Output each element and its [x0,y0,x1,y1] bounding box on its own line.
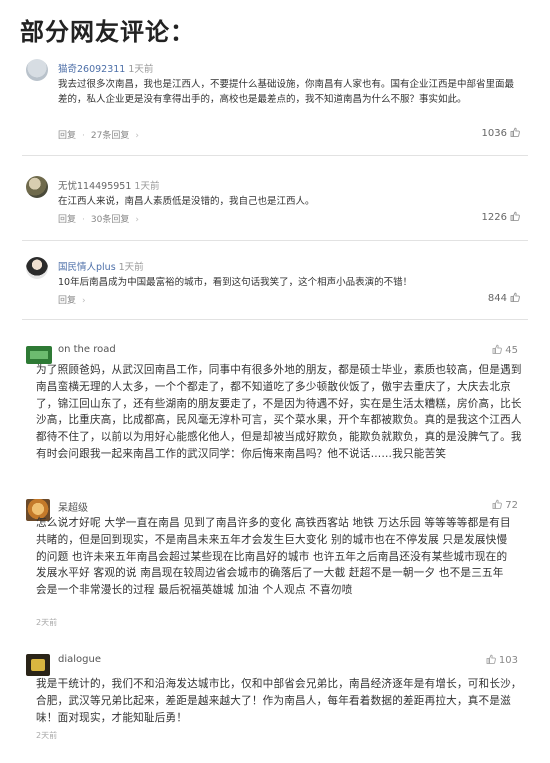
username[interactable]: 呆超级 [58,499,88,514]
username[interactable]: 猫奇26092311 [58,64,125,75]
comment-time: 1天前 [128,64,154,75]
reply-button[interactable]: 回复 [58,215,76,225]
like-button[interactable]: 1226 [482,211,520,223]
like-count: 844 [487,293,507,304]
comment-time: 1天前 [118,262,144,273]
like-count: 1226 [481,212,507,223]
comment-actions: 回复 · 30条回复 › [58,215,139,225]
like-count: 1036 [481,128,507,139]
like-count: 72 [505,500,518,511]
comment-time: 1天前 [134,181,160,192]
comment-username[interactable]: 国民情人plus 1天前 [58,259,144,273]
like-count: 45 [505,345,518,356]
reply-button[interactable]: 回复 [58,296,76,306]
comment-card: on the road 45 为了照顾爸妈，从武汉回南昌工作，同事中有很多外地的… [22,340,528,487]
comment-text: 为了照顾爸妈，从武汉回南昌工作，同事中有很多外地的朋友，都是硕士毕业，素质也较高… [36,364,522,460]
comment-username[interactable]: 猫奇26092311 1天前 [58,61,153,75]
username[interactable]: dialogue [58,654,101,665]
comment-text: 10年后南昌成为中国最富裕的城市，看到这句话我笑了，这个相声小品表演的不错！ [58,277,413,288]
avatar[interactable] [26,654,50,676]
thumbs-up-icon [510,127,520,137]
like-button[interactable]: 72 [492,499,518,511]
comment-card: 国民情人plus 1天前 10年后南昌成为中国最富裕的城市，看到这句话我笑了，这个… [22,253,528,320]
comment-text: 我去过很多次南昌，我也是江西人，不要提什么基础设施，你南昌有人家也有。国有企业江… [58,79,515,105]
username[interactable]: 国民情人plus [58,262,116,273]
thumbs-up-icon [510,292,520,302]
comment-card: 无忧114495951 1天前 在江西人来说，南昌人素质低是没错的，我自己也是江西… [22,172,528,241]
comment-card: 猫奇26092311 1天前 我去过很多次南昌，我也是江西人，不要提什么基础设施，… [22,55,528,156]
username[interactable]: on the road [58,344,116,355]
comment-text: 怎么说才好呢 大学一直在南昌 见到了南昌许多的变化 高铁西客站 地铁 万达乐园 … [36,517,511,597]
avatar[interactable] [26,176,48,198]
replies-link[interactable]: 30条回复 [91,215,129,225]
comment-time: 2天前 [36,618,58,627]
like-button[interactable]: 844 [488,292,520,304]
comment-actions: 回复 · 27条回复 › [58,131,139,141]
avatar[interactable] [26,59,48,81]
thumbs-up-icon [492,344,503,354]
comment-username[interactable]: 无忧114495951 1天前 [58,178,159,192]
comment-text: 在江西人来说，南昌人素质低是没错的，我自己也是江西人。 [58,196,315,207]
thumbs-up-icon [492,499,503,509]
reply-button[interactable]: 回复 [58,131,76,141]
comment-text: 我是干统计的，我们不和沿海发达城市比，仅和中部省会兄弟比，南昌经济逐年是有增长，… [36,678,522,724]
comment-actions: 回复 › [58,296,86,306]
like-button[interactable]: 1036 [482,127,520,139]
like-button[interactable]: 45 [492,344,518,356]
like-button[interactable]: 103 [486,654,518,666]
comment-card: 呆超级 72 怎么说才好呢 大学一直在南昌 见到了南昌许多的变化 高铁西客站 地… [22,495,528,630]
avatar[interactable] [26,257,48,279]
thumbs-up-icon [486,654,496,664]
like-count: 103 [498,655,518,666]
comment-time: 2天前 [36,731,58,740]
page-title: 部分网友评论： [20,18,195,46]
username[interactable]: 无忧114495951 [58,181,131,192]
comment-card: dialogue 103 我是干统计的，我们不和沿海发达城市比，仅和中部省会兄弟… [22,650,528,740]
replies-link[interactable]: 27条回复 [91,131,129,141]
thumbs-up-icon [510,211,520,221]
